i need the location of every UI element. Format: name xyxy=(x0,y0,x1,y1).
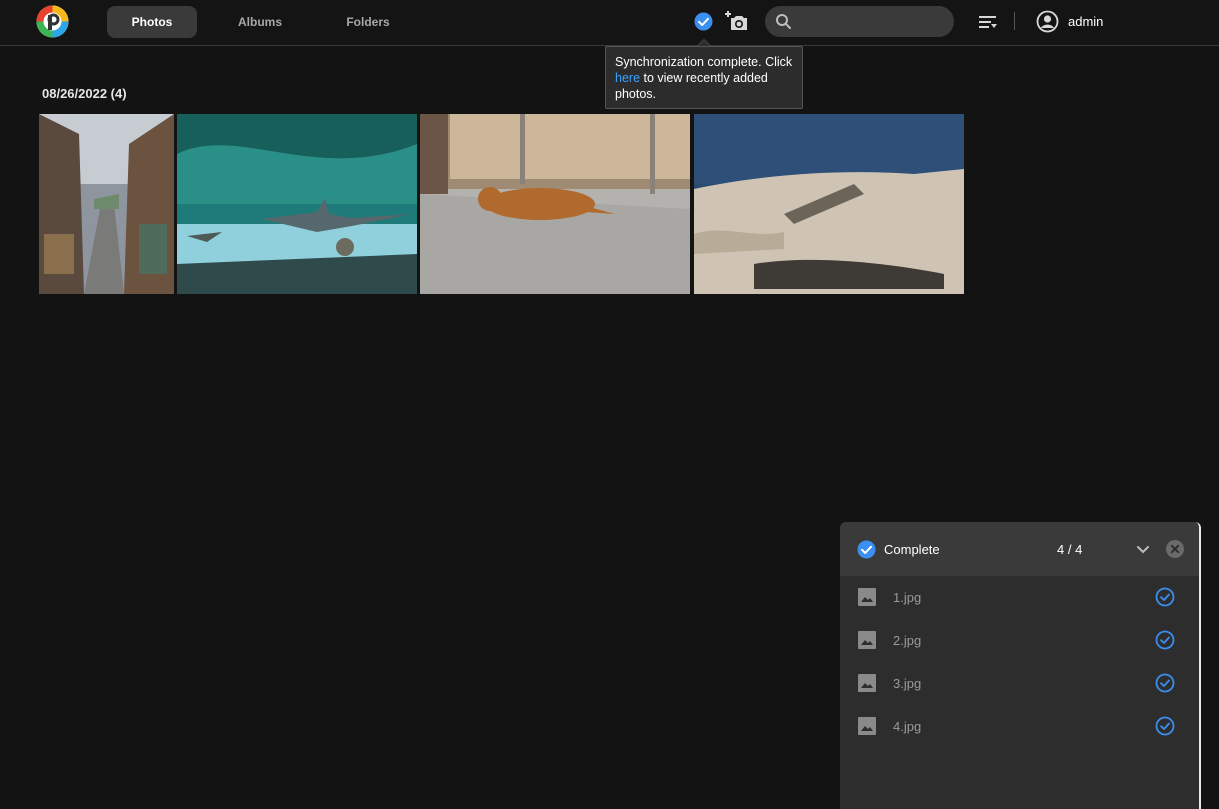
upload-count: 4 / 4 xyxy=(1057,542,1083,557)
upload-progress-panel: Complete 4 / 4 1.jpg 2.jpg 3.jpg 4.jpg xyxy=(840,522,1201,809)
upload-file-row[interactable]: 1.jpg xyxy=(840,576,1199,619)
image-file-icon xyxy=(858,674,876,692)
photo-thumbnail-dog[interactable] xyxy=(420,114,690,294)
file-done-check-icon xyxy=(1155,630,1175,650)
upload-file-row[interactable]: 4.jpg xyxy=(840,705,1199,748)
image-file-icon xyxy=(858,588,876,606)
collapse-chevron-icon[interactable] xyxy=(1134,540,1152,558)
file-name: 3.jpg xyxy=(893,676,922,691)
tooltip-text-before: Synchronization complete. Click xyxy=(615,55,793,69)
tab-folders[interactable]: Folders xyxy=(323,6,413,38)
file-done-check-icon xyxy=(1155,716,1175,736)
add-photo-icon[interactable] xyxy=(725,9,749,33)
photo-thumbnail-street[interactable] xyxy=(39,114,174,294)
upload-panel-header: Complete 4 / 4 xyxy=(840,522,1199,576)
search-input[interactable] xyxy=(799,11,948,33)
top-bar: Photos Albums Folders admin xyxy=(0,0,1219,46)
view-recent-link[interactable]: here xyxy=(615,71,640,85)
sync-tooltip: Synchronization complete. Click here to … xyxy=(605,46,803,109)
file-done-check-icon xyxy=(1155,673,1175,693)
sort-filter-icon[interactable] xyxy=(978,13,998,31)
file-name: 2.jpg xyxy=(893,633,922,648)
username-label[interactable]: admin xyxy=(1068,14,1103,29)
upload-file-row[interactable]: 3.jpg xyxy=(840,662,1199,705)
upload-file-row[interactable]: 2.jpg xyxy=(840,619,1199,662)
user-avatar-icon[interactable] xyxy=(1036,10,1059,33)
app-logo[interactable] xyxy=(36,5,69,38)
header-divider xyxy=(1014,12,1015,30)
image-file-icon xyxy=(858,717,876,735)
photo-thumbnail-coast[interactable] xyxy=(694,114,964,294)
tab-albums[interactable]: Albums xyxy=(215,6,305,38)
photo-thumbnail-aquarium[interactable] xyxy=(177,114,417,294)
tab-photos[interactable]: Photos xyxy=(107,6,197,38)
file-name: 1.jpg xyxy=(893,590,922,605)
image-file-icon xyxy=(858,631,876,649)
file-done-check-icon xyxy=(1155,587,1175,607)
search-icon xyxy=(775,13,792,30)
sync-complete-icon[interactable] xyxy=(694,12,713,31)
date-group-header[interactable]: 08/26/2022 (4) xyxy=(42,86,127,101)
upload-complete-icon xyxy=(857,540,876,559)
file-name: 4.jpg xyxy=(893,719,922,734)
upload-status-label: Complete xyxy=(884,542,940,557)
search-box[interactable] xyxy=(765,6,954,37)
close-panel-icon[interactable] xyxy=(1166,540,1184,558)
